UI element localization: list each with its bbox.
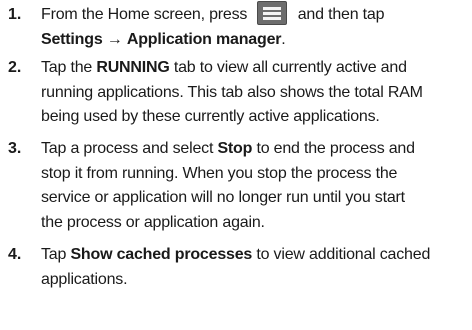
step-text: Tap a process and select Stop to end the… xyxy=(41,137,468,235)
text-line: Tap the RUNNING tab to view all currentl… xyxy=(41,56,468,81)
text-segment: . xyxy=(281,30,286,48)
step-number: 2. xyxy=(8,59,22,76)
instruction-list: 1. From the Home screen, press and then … xyxy=(0,0,472,330)
text-line: From the Home screen, press and then tap xyxy=(41,1,468,28)
text-segment: to view additional cached xyxy=(252,246,431,263)
step-text: From the Home screen, press and then tap… xyxy=(41,1,468,53)
step-number: 4. xyxy=(8,246,22,263)
bold-term: Stop xyxy=(217,140,253,157)
text-line: Tap a process and select Stop to end the… xyxy=(41,137,468,162)
bold-term: Show cached processes xyxy=(70,246,253,263)
bold-term: RUNNING xyxy=(96,59,170,76)
text-segment: tab to view all currently active and xyxy=(169,59,407,76)
text-line: Settings → Application manager. xyxy=(41,28,468,53)
step-number: 3. xyxy=(8,140,22,157)
menu-key-icon xyxy=(257,1,288,26)
text-line: running applications. This tab also show… xyxy=(41,83,423,101)
bold-term: Settings xyxy=(41,30,103,48)
text-segment: to end the process and xyxy=(252,140,415,157)
step-number: 1. xyxy=(8,6,22,23)
text-segment: Tap a process and select xyxy=(41,140,218,157)
text-line: applications. xyxy=(41,270,128,288)
text-line: service or application will no longer ru… xyxy=(41,189,405,206)
text-segment: From the Home screen, press xyxy=(41,6,248,23)
text-line: the process or application again. xyxy=(41,213,265,231)
text-segment: Tap xyxy=(41,246,71,263)
bold-term: Application manager xyxy=(126,30,282,48)
text-segment: Tap the xyxy=(41,59,97,76)
text-line: being used by these currently active app… xyxy=(41,108,380,125)
text-segment: and then tap xyxy=(297,6,385,23)
step-text: Tap the RUNNING tab to view all currentl… xyxy=(41,56,468,130)
step-text: Tap Show cached processes to view additi… xyxy=(41,243,468,292)
text-line: stop it from running. When you stop the … xyxy=(41,164,398,182)
arrow-glyph: → xyxy=(106,30,123,48)
text-line: Tap Show cached processes to view additi… xyxy=(41,243,468,268)
